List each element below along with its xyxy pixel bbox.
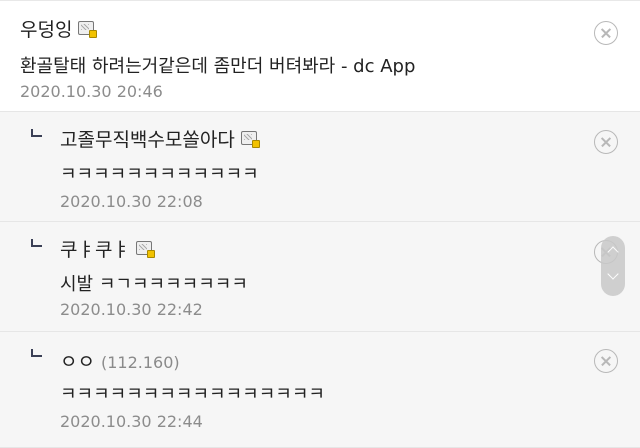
reply-arrow-icon — [31, 239, 42, 247]
reply-item: ㅇㅇ (112.160) ㅋㅋㅋㅋㅋㅋㅋㅋㅋㅋㅋㅋㅋㅋㅋㅋ 2020.10.30 … — [0, 332, 640, 448]
ip-address: (112.160) — [100, 353, 180, 372]
mobile-device-icon — [78, 21, 98, 38]
mobile-device-icon — [240, 131, 260, 148]
comment-item: 우덩잉 환골탈태 하려는거같은데 좀만더 버텨봐라 - dc App 2020.… — [0, 0, 640, 112]
reply-arrow-icon — [31, 349, 42, 357]
reply-arrow-icon — [31, 129, 42, 137]
comment-author[interactable]: 우덩잉 — [20, 15, 98, 42]
reply-author[interactable]: 고졸무직백수모쏠아다 — [60, 125, 260, 152]
reply-body: ㅋㅋㅋㅋㅋㅋㅋㅋㅋㅋㅋㅋㅋㅋㅋㅋ — [60, 384, 325, 405]
comment-date: 2020.10.30 20:46 — [20, 82, 163, 101]
reply-item: 쿠ㅑ쿠ㅑ 시발 ㅋㄱㅋㅋㅋㅋㅋㅋㅋ 2020.10.30 22:42 — [0, 222, 640, 332]
nickname[interactable]: ㅇㅇ — [60, 351, 95, 373]
reply-body: 시발 ㅋㄱㅋㅋㅋㅋㅋㅋㅋ — [60, 274, 248, 295]
reply-author[interactable]: ㅇㅇ (112.160) — [60, 347, 180, 374]
comment-body: 환골탈태 하려는거같은데 좀만더 버텨봐라 - dc App — [20, 56, 416, 77]
chevron-up-icon[interactable] — [607, 246, 619, 258]
reply-body: ㅋㅋㅋㅋㅋㅋㅋㅋㅋㅋㅋㅋ — [60, 164, 259, 185]
mobile-device-icon — [135, 241, 155, 258]
delete-comment-button[interactable] — [594, 21, 618, 45]
delete-reply-button[interactable] — [594, 349, 618, 373]
reply-date: 2020.10.30 22:44 — [60, 412, 203, 431]
delete-reply-button[interactable] — [594, 130, 618, 154]
chevron-down-icon[interactable] — [607, 268, 619, 280]
nickname[interactable]: 우덩잉 — [20, 19, 72, 41]
reply-author[interactable]: 쿠ㅑ쿠ㅑ — [60, 235, 155, 262]
scroll-navigation[interactable] — [601, 236, 625, 296]
reply-item: 고졸무직백수모쏠아다 ㅋㅋㅋㅋㅋㅋㅋㅋㅋㅋㅋㅋ 2020.10.30 22:08 — [0, 112, 640, 222]
nickname[interactable]: 쿠ㅑ쿠ㅑ — [60, 239, 130, 261]
reply-date: 2020.10.30 22:42 — [60, 300, 203, 319]
nickname[interactable]: 고졸무직백수모쏠아다 — [60, 129, 235, 151]
reply-date: 2020.10.30 22:08 — [60, 192, 203, 211]
